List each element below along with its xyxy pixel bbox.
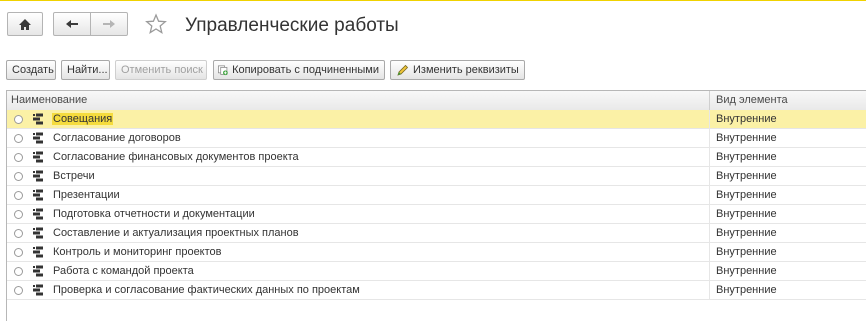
group-item-icon	[32, 189, 44, 201]
row-name: Контроль и мониторинг проектов	[53, 246, 222, 258]
row-kind: Внутренние	[716, 189, 777, 201]
column-header-kind[interactable]: Вид элемента	[716, 94, 788, 106]
table-row[interactable]: Контроль и мониторинг проектов Внутренние	[7, 243, 866, 262]
items-table: Наименование Вид элемента Совещания Внутр…	[6, 90, 866, 321]
row-kind: Внутренние	[716, 208, 777, 220]
find-button-label: Найти...	[67, 64, 108, 76]
row-kind: Внутренние	[716, 113, 777, 125]
table-row[interactable]: Согласование договоров Внутренние	[7, 129, 866, 148]
cancel-search-button-label: Отменить поиск	[121, 64, 203, 76]
row-marker[interactable]	[14, 210, 23, 219]
group-item-icon	[32, 170, 44, 182]
row-kind: Внутренние	[716, 284, 777, 296]
copy-with-children-button[interactable]: Копировать с подчиненными	[213, 60, 385, 80]
row-name: Совещания	[52, 113, 114, 125]
create-button[interactable]: Создать	[6, 60, 56, 80]
row-marker[interactable]	[14, 172, 23, 181]
row-name: Согласование финансовых документов проек…	[53, 151, 299, 163]
column-header-name[interactable]: Наименование	[11, 94, 87, 106]
group-item-icon	[32, 132, 44, 144]
home-button[interactable]	[7, 12, 43, 36]
page-title: Управленческие работы	[185, 15, 399, 36]
table-row[interactable]: Встречи Внутренние	[7, 167, 866, 186]
row-kind: Внутренние	[716, 170, 777, 182]
column-separator[interactable]	[709, 91, 710, 110]
row-column-separator	[709, 224, 710, 243]
row-name: Составление и актуализация проектных пла…	[53, 227, 299, 239]
row-column-separator	[709, 110, 710, 129]
row-marker[interactable]	[14, 248, 23, 257]
group-item-icon	[32, 227, 44, 239]
row-name: Подготовка отчетности и документации	[53, 208, 255, 220]
pencil-icon	[397, 64, 409, 76]
row-name: Работа с командой проекта	[53, 265, 194, 277]
row-kind: Внутренние	[716, 132, 777, 144]
row-name: Согласование договоров	[53, 132, 181, 144]
row-kind: Внутренние	[716, 151, 777, 163]
table-row[interactable]: Работа с командой проекта Внутренние	[7, 262, 866, 281]
table-row[interactable]: Составление и актуализация проектных пла…	[7, 224, 866, 243]
row-marker[interactable]	[14, 286, 23, 295]
group-item-icon	[32, 113, 44, 125]
arrow-left-icon	[66, 20, 78, 28]
group-item-icon	[32, 265, 44, 277]
table-row[interactable]: Совещания Внутренние	[7, 110, 866, 129]
row-column-separator	[709, 262, 710, 281]
change-attributes-button[interactable]: Изменить реквизиты	[390, 60, 525, 80]
group-item-icon	[32, 284, 44, 296]
row-column-separator	[709, 148, 710, 167]
row-kind: Внутренние	[716, 227, 777, 239]
row-name: Встречи	[53, 170, 95, 182]
row-column-separator	[709, 186, 710, 205]
table-row[interactable]: Проверка и согласование фактических данн…	[7, 281, 866, 300]
row-marker[interactable]	[14, 191, 23, 200]
row-marker[interactable]	[14, 229, 23, 238]
arrow-right-icon	[103, 20, 115, 28]
row-name: Презентации	[53, 189, 120, 201]
table-row[interactable]: Согласование финансовых документов проек…	[7, 148, 866, 167]
row-marker[interactable]	[14, 267, 23, 276]
row-marker[interactable]	[14, 134, 23, 143]
row-column-separator	[709, 243, 710, 262]
row-column-separator	[709, 281, 710, 300]
group-item-icon	[32, 151, 44, 163]
row-marker[interactable]	[14, 115, 23, 124]
top-accent-line	[0, 0, 866, 1]
group-item-icon	[32, 208, 44, 220]
change-attributes-label: Изменить реквизиты	[413, 64, 519, 76]
back-button[interactable]	[53, 12, 91, 36]
home-icon	[19, 18, 31, 30]
forward-button[interactable]	[90, 12, 128, 36]
row-marker[interactable]	[14, 153, 23, 162]
copy-add-icon	[218, 64, 228, 75]
row-column-separator	[709, 167, 710, 186]
row-kind: Внутренние	[716, 265, 777, 277]
favorite-star-icon[interactable]	[145, 13, 167, 35]
cancel-search-button[interactable]: Отменить поиск	[115, 60, 207, 80]
group-item-icon	[32, 246, 44, 258]
row-kind: Внутренние	[716, 246, 777, 258]
row-column-separator	[709, 205, 710, 224]
table-row[interactable]: Подготовка отчетности и документации Внут…	[7, 205, 866, 224]
row-name: Проверка и согласование фактических данн…	[53, 284, 360, 296]
copy-with-children-label: Копировать с подчиненными	[232, 64, 379, 76]
find-button[interactable]: Найти...	[61, 60, 110, 80]
row-column-separator	[709, 129, 710, 148]
table-header: Наименование Вид элемента	[7, 91, 866, 111]
create-button-label: Создать	[12, 64, 54, 76]
table-row[interactable]: Презентации Внутренние	[7, 186, 866, 205]
